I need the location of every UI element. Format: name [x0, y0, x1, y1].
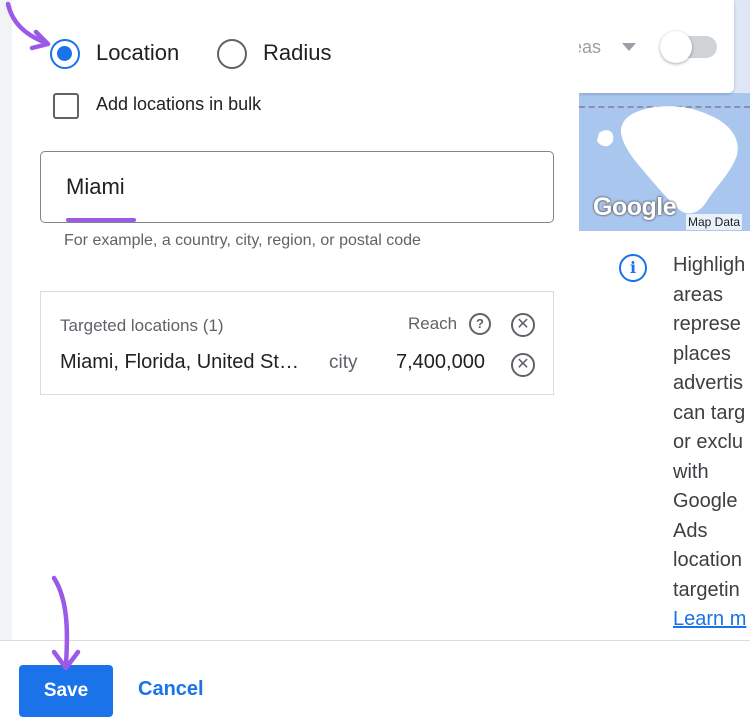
info-text-line: with: [673, 460, 709, 483]
location-search-input[interactable]: Miami: [40, 151, 554, 223]
help-circle-icon[interactable]: ?: [469, 313, 491, 335]
info-text-line: areas: [673, 283, 724, 306]
info-text-line: targetin: [673, 578, 740, 601]
info-text-line: advertis: [673, 372, 744, 394]
areas-dropdown-label[interactable]: eas: [579, 37, 601, 58]
google-map-logo: Google: [593, 193, 677, 221]
map-view[interactable]: Google Map Data: [579, 93, 750, 231]
map-toggle-switch[interactable]: [660, 31, 692, 63]
info-icon: i: [619, 254, 647, 282]
learn-more-link[interactable]: Learn m: [673, 605, 750, 635]
info-text-line: represe: [673, 313, 741, 335]
targeted-location-name: Miami, Florida, United St…: [60, 351, 299, 373]
radius-radio-label[interactable]: Radius: [263, 40, 331, 66]
reach-header: Reach: [408, 314, 458, 333]
info-text-line: Ads: [673, 519, 708, 542]
info-text-line: places: [673, 342, 731, 365]
location-radio-label[interactable]: Location: [96, 40, 179, 66]
targeted-location-reach: 7,400,000: [396, 351, 485, 373]
map-controls-card: eas: [579, 0, 734, 93]
bulk-checkbox-label[interactable]: Add locations in bulk: [96, 94, 261, 115]
save-button[interactable]: Save: [19, 665, 113, 717]
remove-all-close-icon[interactable]: ✕: [511, 313, 535, 337]
footer-actions: Save Cancel: [0, 640, 750, 726]
left-gutter: [0, 0, 12, 640]
targeted-location-type: city: [329, 352, 358, 373]
info-text-line: or exclu: [673, 431, 744, 453]
info-text-line: Highligh: [673, 254, 746, 276]
annotation-underline: [66, 218, 136, 222]
info-text-line: location: [673, 549, 742, 571]
radius-radio[interactable]: [217, 39, 247, 69]
targeted-locations-card: Targeted locations (1) Reach ? ✕ Miami, …: [40, 291, 554, 395]
caret-down-icon[interactable]: [622, 43, 636, 51]
cancel-button[interactable]: Cancel: [138, 678, 204, 701]
remove-location-close-icon[interactable]: ✕: [511, 353, 535, 377]
search-input-value[interactable]: Miami: [66, 174, 125, 200]
map-data-attribution[interactable]: Map Data: [686, 214, 743, 230]
map-panel: Google Map Data eas i Highligh areas repre…: [579, 0, 750, 640]
info-text-line: can targ: [673, 401, 746, 424]
info-description: Highligh areas represe places advertis can ta…: [673, 251, 750, 635]
search-helper-text: For example, a country, city, region, or…: [64, 232, 421, 249]
info-text-line: Google: [673, 490, 738, 512]
targeted-locations-title: Targeted locations (1): [60, 316, 224, 335]
bulk-checkbox[interactable]: [53, 93, 79, 119]
location-radio[interactable]: [50, 39, 80, 69]
info-card: i Highligh areas represe places advertis can …: [579, 231, 750, 640]
